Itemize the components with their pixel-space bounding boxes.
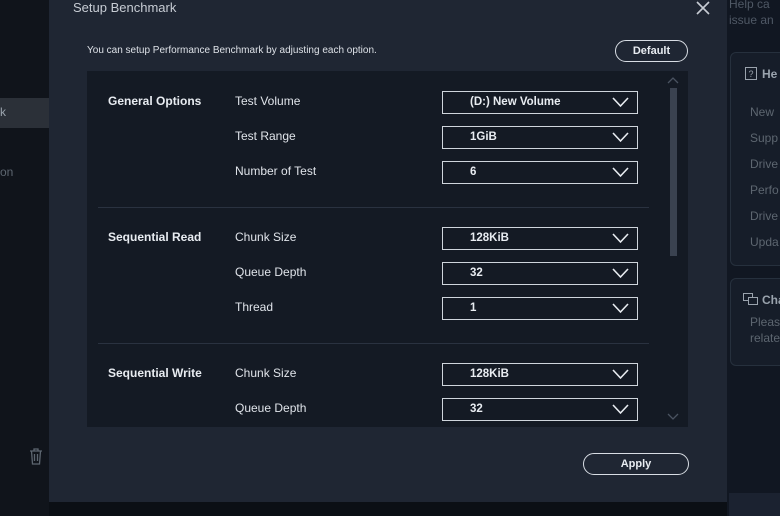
product-image (729, 493, 780, 516)
chevron-down-icon (612, 404, 629, 415)
help-link[interactable]: Drive (750, 209, 778, 223)
help-card: ? He New Supp Drive Perfo Drive Upda (730, 52, 780, 266)
section-general-options: General Options (108, 94, 202, 108)
read-thread-label: Thread (235, 300, 274, 314)
chevron-down-icon (612, 303, 629, 314)
test-range-label: Test Range (235, 129, 296, 143)
read-thread-select[interactable]: 1 (442, 297, 638, 320)
trash-icon[interactable] (28, 447, 44, 465)
read-chunk-size-select[interactable]: 128KiB (442, 227, 638, 250)
write-chunk-size-select[interactable]: 128KiB (442, 363, 638, 386)
chat-card: Cha Pleas relate (730, 278, 780, 366)
scroll-down-icon[interactable] (667, 413, 679, 421)
chevron-down-icon (612, 233, 629, 244)
options-panel[interactable]: General Options Test Volume (D:) New Vol… (87, 71, 688, 427)
svg-text:?: ? (749, 69, 754, 79)
chevron-down-icon (612, 97, 629, 108)
read-chunk-size-value: 128KiB (470, 232, 509, 244)
section-divider (98, 343, 649, 344)
help-intro-text: Help ca issue an (729, 0, 774, 27)
number-of-test-value: 6 (470, 166, 477, 178)
scroll-up-icon[interactable] (667, 76, 679, 84)
chat-card-title: Cha (762, 293, 780, 307)
sidebar-item-label: k (0, 105, 6, 119)
chat-card-text: Pleas (750, 315, 780, 329)
test-volume-value: (D:) New Volume (470, 96, 561, 108)
help-card-title: He (762, 67, 778, 81)
number-of-test-label: Number of Test (235, 164, 317, 178)
sidebar-item-selected[interactable]: k (0, 98, 49, 128)
write-chunk-size-value: 128KiB (470, 368, 509, 380)
write-queue-depth-select[interactable]: 32 (442, 398, 638, 421)
help-link[interactable]: Upda (750, 235, 779, 249)
sidebar-item-text: on (0, 165, 14, 179)
test-range-value: 1GiB (470, 131, 497, 143)
read-queue-depth-select[interactable]: 32 (442, 262, 638, 285)
help-link[interactable]: New (750, 105, 774, 119)
default-button[interactable]: Default (615, 40, 688, 62)
section-divider (98, 207, 649, 208)
help-link[interactable]: Drive (750, 157, 778, 171)
dialog-description: You can setup Performance Benchmark by a… (87, 45, 377, 56)
help-link[interactable]: Supp (750, 131, 778, 145)
test-range-select[interactable]: 1GiB (442, 126, 638, 149)
chevron-down-icon (612, 167, 629, 178)
scrollbar-thumb[interactable] (670, 88, 677, 256)
read-thread-value: 1 (470, 302, 477, 314)
write-chunk-size-label: Chunk Size (235, 366, 297, 380)
close-icon[interactable] (695, 0, 711, 16)
chat-icon (743, 293, 758, 305)
dialog-title: Setup Benchmark (73, 0, 177, 15)
test-volume-label: Test Volume (235, 94, 301, 108)
app-sidebar-left (0, 0, 49, 516)
chevron-down-icon (612, 132, 629, 143)
setup-benchmark-dialog: Setup Benchmark You can setup Performanc… (49, 0, 727, 502)
section-sequential-read: Sequential Read (108, 230, 202, 244)
write-queue-depth-label: Queue Depth (235, 401, 307, 415)
write-queue-depth-value: 32 (470, 403, 483, 415)
read-queue-depth-label: Queue Depth (235, 265, 307, 279)
section-sequential-write: Sequential Write (108, 366, 202, 380)
chat-card-text: relate (750, 331, 780, 345)
help-icon: ? (745, 67, 757, 80)
apply-button[interactable]: Apply (583, 453, 689, 475)
read-queue-depth-value: 32 (470, 267, 483, 279)
chevron-down-icon (612, 268, 629, 279)
help-link[interactable]: Perfo (750, 183, 779, 197)
chevron-down-icon (612, 369, 629, 380)
test-volume-select[interactable]: (D:) New Volume (442, 91, 638, 114)
read-chunk-size-label: Chunk Size (235, 230, 297, 244)
number-of-test-select[interactable]: 6 (442, 161, 638, 184)
